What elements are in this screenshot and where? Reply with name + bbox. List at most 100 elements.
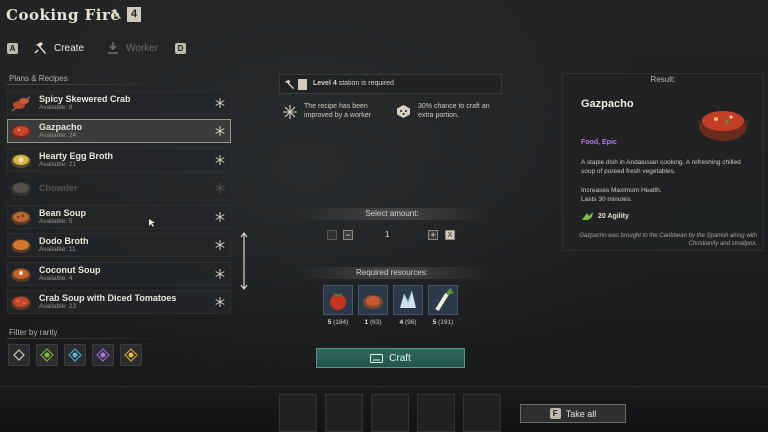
recipe-name: Hearty Egg Broth bbox=[39, 151, 114, 161]
craft-button[interactable]: Craft bbox=[316, 348, 465, 368]
result-stat-label: 20 Agility bbox=[598, 212, 629, 220]
output-slot[interactable] bbox=[417, 394, 455, 432]
gem-legendary-icon bbox=[124, 348, 138, 362]
recipe-name: Chowder bbox=[39, 183, 78, 193]
gem-uncommon-icon bbox=[40, 348, 54, 362]
result-lore: Gazpacho was brought to the Caribbean by… bbox=[579, 233, 757, 247]
rarity-filter-epic[interactable] bbox=[92, 344, 114, 366]
tab-worker-label: Worker bbox=[126, 42, 159, 54]
snowflake-icon bbox=[215, 126, 225, 136]
crab-soup-bowl-icon bbox=[11, 296, 31, 310]
resource-slot-tomato[interactable] bbox=[323, 285, 353, 315]
keyboard-key-icon bbox=[370, 353, 384, 363]
tab-create-label: Create bbox=[54, 42, 85, 54]
result-effect: Increases Maximum Health. bbox=[581, 187, 662, 194]
recipe-dodo-broth[interactable]: Dodo Broth Available: 11 bbox=[7, 233, 231, 257]
mouse-cursor-icon bbox=[149, 219, 155, 227]
snowflake-icon bbox=[215, 269, 225, 279]
recipe-available: Available: 24 bbox=[39, 132, 77, 139]
result-panel: Result: Gazpacho Food, Epic A staple dis… bbox=[562, 73, 764, 251]
recipe-name: Bean Soup bbox=[39, 208, 87, 218]
recipe-available: Available: 21 bbox=[39, 161, 77, 168]
snowflake-icon bbox=[215, 98, 225, 108]
resource-count-leek: 5 (191) bbox=[428, 319, 458, 326]
plans-divider bbox=[7, 84, 157, 85]
snowflake-icon bbox=[215, 212, 225, 222]
tab-create[interactable]: Create bbox=[34, 40, 84, 56]
recipe-bean-soup[interactable]: Bean Soup Available: 5 bbox=[7, 205, 231, 229]
resource-owned: (63) bbox=[369, 319, 382, 326]
recipe-name: Coconut Soup bbox=[39, 265, 101, 275]
hammer-icon bbox=[111, 9, 121, 19]
diamond-common-icon bbox=[13, 349, 25, 361]
output-slot[interactable] bbox=[279, 394, 317, 432]
resources-heading: Required resources: bbox=[355, 268, 429, 277]
amount-value[interactable]: 1 bbox=[385, 230, 389, 239]
dodo-broth-bowl-icon bbox=[11, 239, 31, 253]
recipe-available: Available: 8 bbox=[39, 104, 73, 111]
cooked-dish-icon bbox=[363, 295, 383, 309]
output-slot[interactable] bbox=[325, 394, 363, 432]
leek-icon bbox=[435, 288, 454, 312]
recipe-available: Available: 11 bbox=[39, 246, 76, 253]
create-icon bbox=[34, 42, 46, 54]
dice-icon bbox=[397, 105, 410, 118]
station-requirement-suffix: station is required bbox=[338, 80, 394, 87]
take-all-label: Take all bbox=[565, 408, 597, 419]
amount-max-key[interactable]: X bbox=[445, 230, 455, 240]
worker-icon bbox=[108, 42, 118, 54]
output-slot[interactable] bbox=[463, 394, 501, 432]
result-stat: 20 Agility bbox=[581, 211, 629, 221]
coconut-soup-bowl-icon bbox=[11, 268, 31, 282]
filter-divider bbox=[7, 338, 157, 339]
recipe-name: Gazpacho bbox=[39, 122, 83, 132]
recipe-name: Crab Soup with Diced Tomatoes bbox=[39, 293, 177, 303]
bean-soup-bowl-icon bbox=[11, 211, 31, 225]
result-dish-name: Gazpacho bbox=[581, 98, 634, 110]
amount-increase-button[interactable]: + bbox=[428, 230, 438, 240]
worker-bonus-icon bbox=[283, 105, 297, 119]
resource-required: 5 bbox=[327, 319, 332, 326]
recipe-crab-soup-diced-tomatoes[interactable]: Crab Soup with Diced Tomatoes Available:… bbox=[7, 290, 231, 314]
snowflake-icon bbox=[215, 297, 225, 307]
hammer-icon bbox=[284, 79, 295, 90]
output-slot[interactable] bbox=[371, 394, 409, 432]
resource-slot-leek[interactable] bbox=[428, 285, 458, 315]
recipe-coconut-soup[interactable]: Coconut Soup Available: 4 bbox=[7, 262, 231, 286]
rarity-filter-uncommon[interactable] bbox=[36, 344, 58, 366]
snowflake-icon bbox=[215, 183, 225, 193]
tab-prev-key[interactable]: A bbox=[7, 43, 18, 54]
result-description: A staple dish in Andalusian cooking. A r… bbox=[581, 159, 741, 175]
gem-epic-icon bbox=[96, 348, 110, 362]
window-title: Cooking Fire bbox=[6, 6, 121, 24]
chowder-bowl-icon bbox=[11, 182, 31, 196]
bonus-extra-text: 30% chance to craft an extra portion. bbox=[418, 103, 490, 119]
rarity-filter-common[interactable] bbox=[8, 344, 30, 366]
take-all-button[interactable]: F Take all bbox=[520, 404, 626, 423]
resource-slot-salt-crystal[interactable] bbox=[393, 285, 423, 315]
station-requirement-text: Level 4 station is required bbox=[313, 80, 394, 87]
gazpacho-pot-icon bbox=[697, 111, 749, 141]
tab-next-key[interactable]: D bbox=[175, 43, 186, 54]
tomato-icon bbox=[330, 293, 346, 310]
amount-min-button[interactable] bbox=[327, 230, 337, 240]
recipe-hearty-egg-broth[interactable]: Hearty Egg Broth Available: 21 bbox=[7, 148, 231, 172]
resource-owned: (96) bbox=[404, 319, 417, 326]
recipe-chowder[interactable]: Chowder bbox=[7, 176, 231, 200]
result-heading: Result: bbox=[650, 75, 676, 84]
gem-rare-icon bbox=[68, 348, 82, 362]
resource-slot-cooked-dish[interactable] bbox=[358, 285, 388, 315]
tab-worker[interactable]: Worker bbox=[106, 40, 158, 56]
recipe-gazpacho[interactable]: Gazpacho Available: 24 bbox=[7, 119, 231, 143]
craft-label: Craft bbox=[389, 352, 411, 364]
egg-broth-bowl-icon bbox=[11, 154, 31, 168]
station-requirement-level: Level 4 bbox=[313, 80, 337, 87]
scroll-arrows-icon[interactable] bbox=[239, 231, 249, 291]
amount-decrease-button[interactable]: − bbox=[343, 230, 353, 240]
resource-required: 5 bbox=[432, 319, 437, 326]
station-level-badge: 4 bbox=[127, 7, 141, 22]
rarity-filter-legendary[interactable] bbox=[120, 344, 142, 366]
rarity-filter-rare[interactable] bbox=[64, 344, 86, 366]
recipe-spicy-skewered-crab[interactable]: Spicy Skewered Crab Available: 8 bbox=[7, 91, 231, 115]
agility-icon bbox=[582, 212, 593, 220]
